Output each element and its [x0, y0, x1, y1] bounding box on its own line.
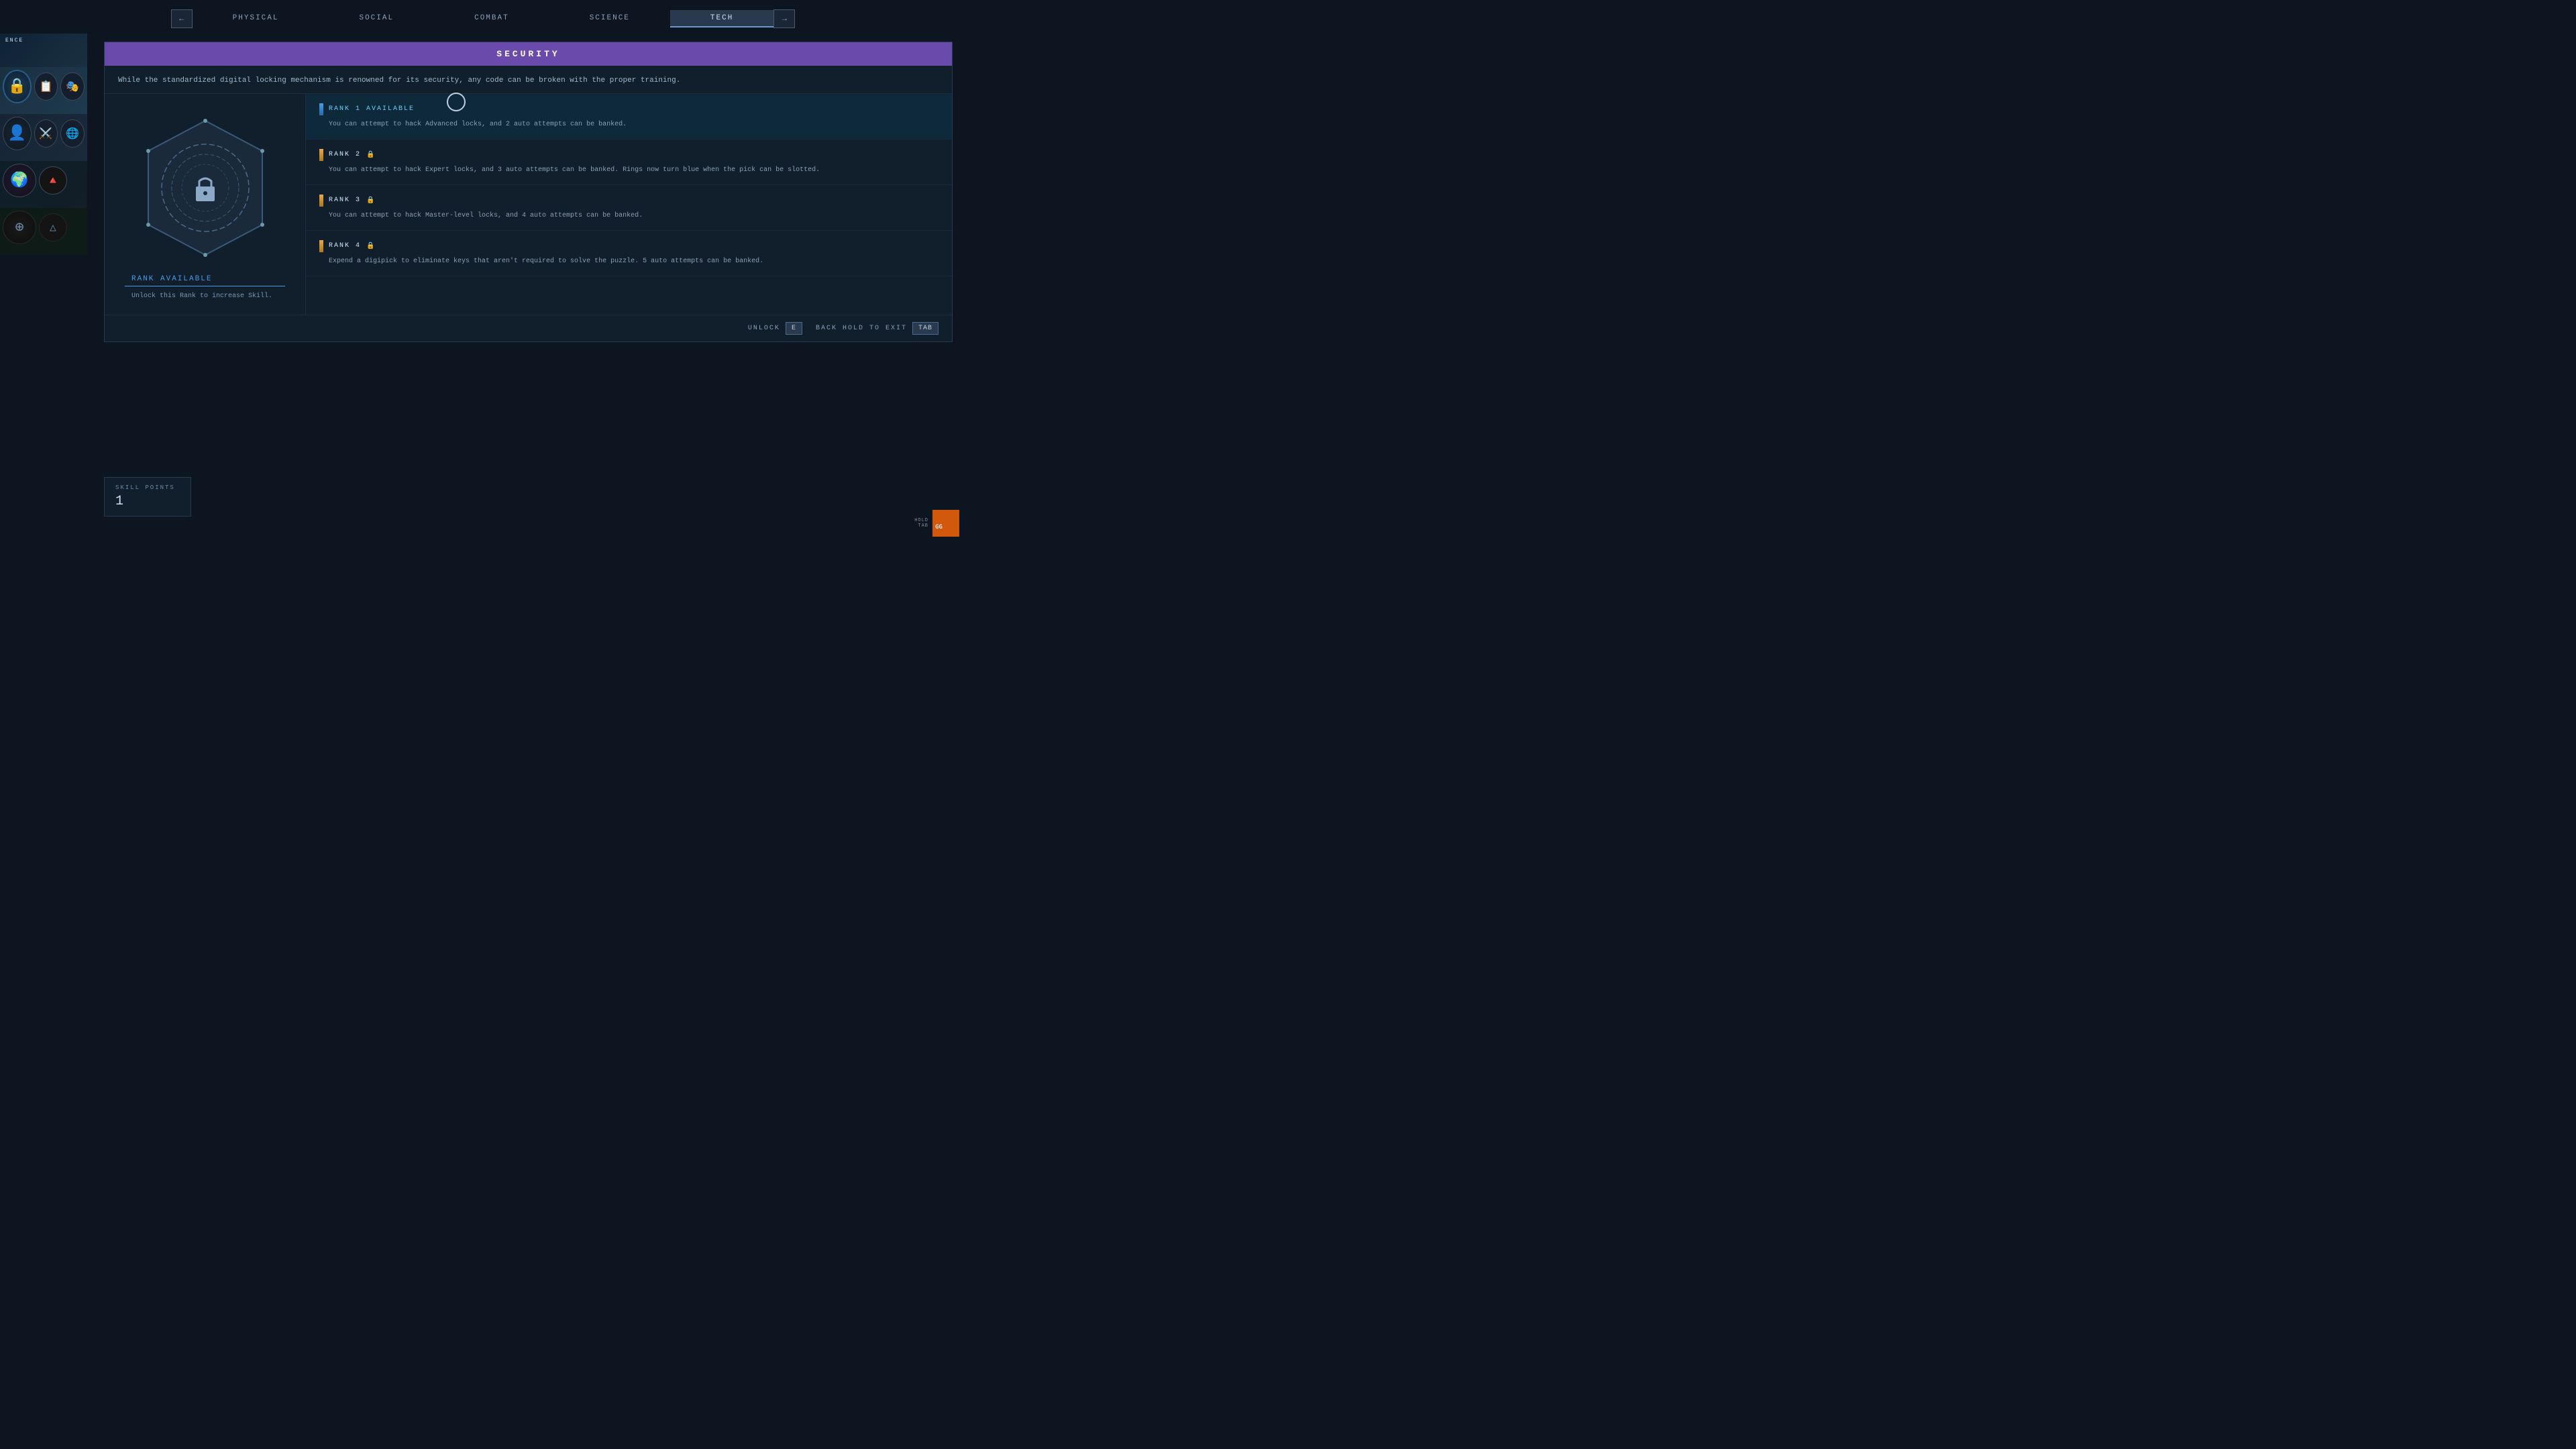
rank-1-label: RANK 1 AVAILABLE [329, 105, 415, 113]
rank-item-2[interactable]: RANK 2 🔒 You can attempt to hack Expert … [306, 140, 952, 185]
main-content: SECURITY While the standardized digital … [91, 34, 966, 543]
watermark-text-area: HOLD TAB [914, 518, 928, 529]
skill-points-box: SKILL POINTS 1 [104, 477, 191, 517]
rank-item-1[interactable]: RANK 1 AVAILABLE You can attempt to hack… [306, 94, 952, 140]
sidebar-icons-row-4: ⊕ △ [0, 208, 87, 250]
skill-title: SECURITY [105, 42, 952, 66]
rank-2-label: RANK 2 [329, 151, 361, 158]
rank-4-indicator [319, 240, 323, 252]
skill-panel: SECURITY While the standardized digital … [104, 42, 953, 342]
svg-text:GG: GG [935, 524, 943, 531]
rank-item-3[interactable]: RANK 3 🔒 You can attempt to hack Master-… [306, 185, 952, 231]
rank-4-lock-icon: 🔒 [366, 242, 374, 250]
back-action: BACK HOLD TO EXIT TAB [816, 322, 938, 335]
sidebar-row-3: 🌍 🔺 [0, 161, 87, 208]
nav-prev-button[interactable]: ← [171, 9, 193, 28]
sidebar-skill-icon-2[interactable]: 📋 [34, 72, 58, 101]
rank-available-desc: Unlock this Rank to increase Skill. [125, 292, 285, 301]
bottom-action-bar: UNLOCK E BACK HOLD TO EXIT TAB [105, 315, 952, 341]
sidebar-skill-icon-6[interactable]: 🌐 [60, 119, 85, 148]
skill-body: RANK AVAILABLE Unlock this Rank to incre… [105, 94, 952, 315]
sidebar-skill-icon-7[interactable]: 🌍 [3, 164, 36, 197]
rank-3-text: You can attempt to hack Master-level loc… [319, 211, 938, 221]
rank-2-lock-icon: 🔒 [366, 151, 374, 159]
unlock-key-badge[interactable]: E [786, 322, 802, 335]
sidebar-skill-icon-10[interactable]: △ [39, 213, 67, 241]
hold-to-exit-label: HOLD TO EXIT [843, 325, 907, 332]
skill-ranks-list: RANK 1 AVAILABLE You can attempt to hack… [306, 94, 952, 315]
rank-4-text: Expend a digipick to eliminate keys that… [319, 256, 938, 266]
gamer-guides-logo: GG [932, 510, 959, 537]
back-label: BACK [816, 325, 837, 332]
unlock-label: UNLOCK [748, 325, 780, 332]
sidebar-icons-row-2: 👤 ⚔️ 🌐 [0, 114, 87, 156]
hold-label: HOLD [914, 518, 928, 523]
tab-combat[interactable]: COMBAT [434, 10, 549, 28]
tab-label: TAB [914, 523, 928, 529]
rank-item-4[interactable]: RANK 4 🔒 Expend a digipick to eliminate … [306, 231, 952, 276]
skill-badge [138, 114, 272, 262]
rank-4-header: RANK 4 🔒 [319, 240, 938, 252]
skill-hexagon-svg [138, 114, 272, 262]
unlock-action: UNLOCK E [748, 322, 802, 335]
rank-available-section: RANK AVAILABLE Unlock this Rank to incre… [118, 262, 292, 301]
tab-tech[interactable]: TECH [670, 10, 773, 28]
rank-1-indicator [319, 103, 323, 115]
tab-physical[interactable]: PHYSICAL [193, 10, 319, 28]
tab-science[interactable]: SCIENCE [549, 10, 670, 28]
rank-2-text: You can attempt to hack Expert locks, an… [319, 165, 938, 175]
rank-2-header: RANK 2 🔒 [319, 149, 938, 161]
sidebar-section-label: ENCE [0, 34, 87, 45]
sidebar-icons-row-3: 🌍 🔺 [0, 161, 87, 203]
back-key-badge[interactable]: TAB [912, 322, 938, 335]
sidebar-row-4: ⊕ △ [0, 208, 87, 255]
skill-description: While the standardized digital locking m… [105, 66, 952, 94]
sidebar-skill-icon-8[interactable]: 🔺 [39, 166, 67, 195]
sidebar-skill-icon-4[interactable]: 👤 [3, 117, 32, 150]
nav-next-button[interactable]: → [773, 9, 795, 28]
rank-2-indicator [319, 149, 323, 161]
sidebar-icons-row-1: 🔒 📋 🎭 [0, 67, 87, 109]
sidebar-skill-icon-9[interactable]: ⊕ [3, 211, 36, 244]
rank-1-header: RANK 1 AVAILABLE [319, 103, 938, 115]
rank-1-text: You can attempt to hack Advanced locks, … [319, 119, 938, 129]
rank-3-indicator [319, 195, 323, 207]
watermark: HOLD TAB GG [914, 510, 959, 537]
rank-3-header: RANK 3 🔒 [319, 195, 938, 207]
rank-available-label: RANK AVAILABLE [125, 275, 285, 286]
top-navigation: ← PHYSICAL SOCIAL COMBAT SCIENCE TECH → [0, 0, 966, 35]
rank-3-lock-icon: 🔒 [366, 197, 374, 205]
left-sidebar: ENCE 🔒 📋 🎭 👤 ⚔️ 🌐 🌍 🔺 ⊕ △ [0, 34, 87, 543]
skill-points-value: 1 [115, 494, 180, 509]
sidebar-skill-icon-1[interactable]: 🔒 [3, 70, 32, 103]
tab-social[interactable]: SOCIAL [319, 10, 434, 28]
sidebar-section-ence: ENCE [0, 34, 87, 67]
sidebar-skill-icon-5[interactable]: ⚔️ [34, 119, 58, 148]
logo-svg: GG [932, 510, 959, 537]
sidebar-skill-icon-3[interactable]: 🎭 [60, 72, 85, 101]
nav-tabs: PHYSICAL SOCIAL COMBAT SCIENCE TECH [193, 10, 774, 28]
sidebar-row-1: 🔒 📋 🎭 [0, 67, 87, 114]
skill-points-label: SKILL POINTS [115, 484, 180, 491]
skill-icon-area: RANK AVAILABLE Unlock this Rank to incre… [105, 94, 306, 315]
sidebar-row-2: 👤 ⚔️ 🌐 [0, 114, 87, 161]
rank-4-label: RANK 4 [329, 242, 361, 250]
rank-3-label: RANK 3 [329, 197, 361, 204]
